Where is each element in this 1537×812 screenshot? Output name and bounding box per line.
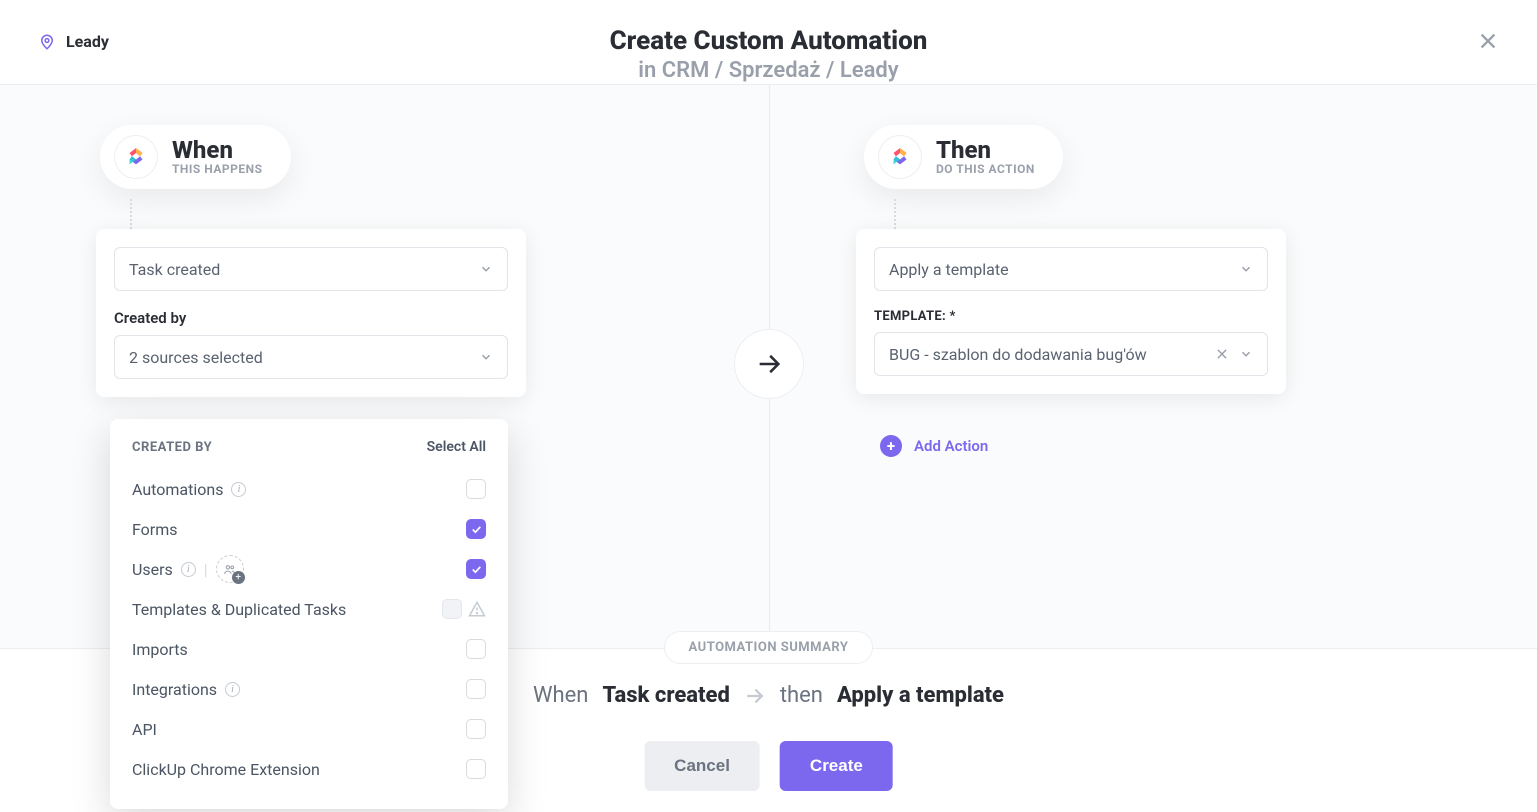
dropdown-option[interactable]: API (132, 709, 486, 749)
option-label: ClickUp Chrome Extension (132, 760, 320, 779)
dropdown-option[interactable]: Templates & Duplicated Tasks (132, 589, 486, 629)
summary-line: When Task created then Apply a template (533, 683, 1004, 708)
dropdown-option[interactable]: Usersi | (132, 549, 486, 589)
when-pill: When THIS HAPPENS (100, 125, 291, 189)
dropdown-option[interactable]: Automations i (132, 469, 486, 509)
action-card: Apply a template TEMPLATE: * BUG - szabl… (856, 229, 1286, 394)
automation-canvas: When THIS HAPPENS Then DO THIS ACTION Ta… (0, 84, 1537, 648)
info-icon[interactable]: i (181, 562, 196, 577)
clickup-logo-icon (878, 135, 922, 179)
created-by-dropdown: CREATED BY Select All Automations i Forms U… (110, 419, 508, 809)
when-subtitle: THIS HAPPENS (172, 162, 263, 176)
clickup-logo-icon (114, 135, 158, 179)
then-subtitle: DO THIS ACTION (936, 162, 1035, 176)
cancel-button[interactable]: Cancel (644, 741, 760, 791)
breadcrumb[interactable]: Leady (38, 32, 109, 51)
dropdown-option[interactable]: Imports (132, 629, 486, 669)
template-label: TEMPLATE: * (874, 309, 1268, 324)
action-select-value: Apply a template (889, 260, 1009, 279)
option-label: Imports (132, 640, 188, 659)
info-icon[interactable]: i (225, 682, 240, 697)
flow-arrow (734, 329, 804, 399)
chevron-down-icon (1239, 262, 1253, 276)
checkbox[interactable] (466, 559, 486, 579)
checkbox[interactable] (466, 759, 486, 779)
then-title: Then (936, 138, 1035, 162)
add-users-icon[interactable] (216, 555, 244, 583)
option-label: Templates & Duplicated Tasks (132, 600, 346, 619)
close-button[interactable] (1477, 30, 1499, 52)
checkbox[interactable] (466, 719, 486, 739)
when-title: When (172, 138, 263, 162)
breadcrumb-location: Leady (66, 32, 109, 51)
trigger-card: Task created Created by 2 sources select… (96, 229, 526, 397)
dropdown-title: CREATED BY (132, 440, 212, 455)
location-pin-icon (38, 33, 56, 51)
create-button[interactable]: Create (780, 741, 893, 791)
summary-when-value: Task created (602, 683, 729, 708)
option-label: Automations (132, 480, 223, 499)
summary-chip: AUTOMATION SUMMARY (664, 631, 874, 664)
divider: | (204, 560, 208, 579)
action-select[interactable]: Apply a template (874, 247, 1268, 291)
summary-when-prefix: When (533, 683, 588, 708)
chevron-down-icon (1239, 347, 1253, 361)
plus-icon: + (880, 435, 902, 457)
summary-then-value: Apply a template (837, 683, 1004, 708)
trigger-select-value: Task created (129, 260, 220, 279)
add-action-label: Add Action (914, 437, 988, 455)
created-by-select[interactable]: 2 sources selected (114, 335, 508, 379)
dropdown-option[interactable]: Forms (132, 509, 486, 549)
dropdown-option[interactable]: ClickUp Chrome Extension (132, 749, 486, 789)
template-value: BUG - szablon do dodawania bug'ów (889, 345, 1147, 364)
chevron-down-icon (479, 262, 493, 276)
info-icon[interactable]: i (231, 482, 246, 497)
page-subtitle: in CRM / Sprzedaż / Leady (610, 58, 928, 83)
trigger-select[interactable]: Task created (114, 247, 508, 291)
checkbox[interactable] (466, 679, 486, 699)
warning-icon[interactable] (468, 600, 486, 618)
checkbox[interactable] (466, 519, 486, 539)
summary-then-prefix: then (780, 683, 823, 708)
option-label: Users (132, 560, 173, 579)
chevron-down-icon (479, 350, 493, 364)
page-title: Create Custom Automation (610, 26, 928, 56)
checkbox[interactable] (466, 639, 486, 659)
created-by-value: 2 sources selected (129, 348, 263, 367)
then-pill: Then DO THIS ACTION (864, 125, 1063, 189)
option-label: Forms (132, 520, 178, 539)
modal-header: Leady Create Custom Automation in CRM / … (0, 0, 1537, 84)
arrow-right-icon (744, 685, 766, 707)
add-action-button[interactable]: + Add Action (880, 435, 988, 457)
created-by-label: Created by (114, 309, 508, 327)
template-select[interactable]: BUG - szablon do dodawania bug'ów (874, 332, 1268, 376)
clear-icon[interactable] (1215, 347, 1229, 361)
dropdown-option[interactable]: Integrations i (132, 669, 486, 709)
select-all-link[interactable]: Select All (427, 439, 486, 455)
checkbox[interactable] (466, 479, 486, 499)
checkbox (442, 599, 462, 619)
option-label: Integrations (132, 680, 217, 699)
option-label: API (132, 720, 157, 739)
